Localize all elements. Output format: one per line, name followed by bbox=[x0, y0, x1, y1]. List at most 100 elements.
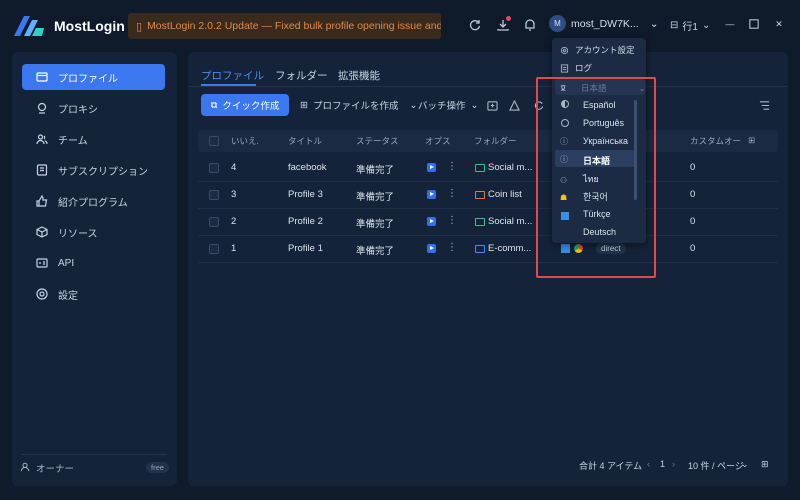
sidebar-item-proxy[interactable]: プロキシ bbox=[22, 95, 165, 121]
language-option[interactable]: 한국어 bbox=[583, 190, 608, 203]
language-option[interactable]: ไทย bbox=[583, 172, 599, 186]
api-icon bbox=[36, 257, 48, 269]
bell-icon[interactable] bbox=[522, 17, 538, 33]
batch-label: バッチ操作 bbox=[418, 101, 466, 112]
subscription-icon bbox=[36, 164, 48, 176]
column-header-custom[interactable]: カスタムオー bbox=[690, 135, 741, 147]
folder-icon bbox=[475, 191, 485, 199]
language-option[interactable]: Português bbox=[583, 118, 624, 128]
row-title: Profile 1 bbox=[288, 243, 323, 254]
column-header-folder[interactable]: フォルダー bbox=[474, 135, 517, 147]
row-status: 準備完了 bbox=[356, 192, 395, 203]
sync-icon[interactable] bbox=[467, 17, 483, 33]
windows-icon bbox=[561, 244, 570, 253]
refresh-icon[interactable] bbox=[532, 99, 544, 111]
row-checkbox[interactable] bbox=[209, 244, 219, 254]
row-title: Profile 2 bbox=[288, 216, 323, 227]
tab-profiles[interactable]: プロファイル bbox=[201, 68, 264, 83]
copy-icon: ⧉ bbox=[210, 99, 218, 111]
translate-icon bbox=[560, 84, 569, 93]
column-header-no[interactable]: いいえ. bbox=[231, 135, 259, 147]
language-option[interactable]: Українська bbox=[583, 136, 628, 146]
chevron-down-icon: ⌄ bbox=[701, 20, 711, 31]
folder-icon bbox=[475, 245, 485, 253]
sidebar-item-profiles[interactable]: プロファイル bbox=[22, 64, 165, 90]
column-header-ops[interactable]: オプス bbox=[425, 135, 451, 147]
row-checkbox[interactable] bbox=[209, 217, 219, 227]
sidebar-item-referral[interactable]: 紹介プログラム bbox=[22, 188, 165, 214]
language-option[interactable]: Español bbox=[583, 100, 616, 110]
create-profile-button[interactable]: ⊞ プロファイルを作成 ⌄ bbox=[300, 94, 417, 116]
row-no: 2 bbox=[231, 216, 237, 227]
batch-operations-button[interactable]: バッチ操作 ⌄ bbox=[418, 94, 478, 116]
row-custom: 0 bbox=[690, 189, 696, 200]
language-select-value[interactable]: 日本語 ⌄ bbox=[560, 82, 646, 94]
row-custom: 0 bbox=[690, 243, 696, 254]
chevron-down-icon: ⌄ bbox=[638, 82, 646, 93]
column-header-title[interactable]: タイトル bbox=[288, 135, 322, 147]
sidebar-item-team[interactable]: チーム bbox=[22, 126, 165, 152]
select-all-checkbox[interactable] bbox=[209, 136, 219, 146]
filter-icon[interactable] bbox=[758, 99, 770, 111]
user-menu[interactable]: M most_DW7K... ⌄ bbox=[549, 15, 659, 32]
title-bar: MostLogin ▯ MostLogin 2.0.2 Update — Fix… bbox=[0, 0, 800, 50]
more-options-icon[interactable]: ⋮ bbox=[447, 215, 457, 226]
import-icon[interactable] bbox=[486, 99, 498, 111]
sidebar-item-label: 設定 bbox=[58, 290, 78, 302]
play-icon[interactable] bbox=[427, 217, 436, 226]
tab-extensions[interactable]: 拡張機能 bbox=[338, 68, 380, 83]
prev-page-button[interactable]: ‹ bbox=[647, 459, 650, 469]
page-size-select[interactable]: 10 件 / ページ bbox=[688, 459, 744, 472]
row-folder: Social m... bbox=[488, 216, 533, 227]
minimize-button[interactable]: — bbox=[722, 16, 738, 32]
language-option-selected[interactable]: 日本語 bbox=[583, 154, 610, 167]
warning-icon[interactable] bbox=[508, 99, 520, 111]
more-options-icon[interactable]: ⋮ bbox=[447, 161, 457, 172]
update-banner[interactable]: ▯ MostLogin 2.0.2 Update — Fixed bulk pr… bbox=[128, 13, 441, 39]
account-settings-item[interactable]: アカウント設定 bbox=[560, 44, 635, 56]
folder-icon bbox=[475, 164, 485, 172]
tab-folders[interactable]: フォルダー bbox=[275, 68, 328, 83]
quick-create-button[interactable]: ⧉ クイック作成 bbox=[201, 94, 289, 116]
rows-selector[interactable]: ⊟ 行1 ⌄ bbox=[670, 18, 710, 33]
sidebar-item-resources[interactable]: リソース bbox=[22, 219, 165, 245]
proxy-tag: direct bbox=[596, 243, 626, 254]
chevron-down-icon: ⌄ bbox=[409, 99, 418, 111]
column-settings-icon[interactable]: ⊞ bbox=[748, 135, 755, 146]
download-icon[interactable] bbox=[495, 16, 511, 33]
grid-view-icon[interactable]: ⊞ bbox=[761, 459, 769, 470]
next-page-button[interactable]: › bbox=[672, 459, 675, 469]
row-checkbox[interactable] bbox=[209, 190, 219, 200]
update-banner-text: MostLogin 2.0.2 Update — Fixed bulk prof… bbox=[147, 20, 441, 32]
language-list-scrollbar[interactable] bbox=[634, 100, 637, 200]
sidebar-item-api[interactable]: API bbox=[22, 250, 165, 276]
language-option[interactable]: Deutsch bbox=[583, 227, 616, 237]
settings-icon bbox=[36, 288, 48, 300]
play-icon[interactable] bbox=[427, 190, 436, 199]
windows-icon bbox=[561, 212, 569, 220]
row-divider bbox=[198, 181, 778, 182]
sidebar-item-settings[interactable]: 設定 bbox=[22, 281, 165, 307]
play-icon[interactable] bbox=[427, 163, 436, 172]
play-icon[interactable] bbox=[427, 244, 436, 253]
sidebar-item-label: プロキシ bbox=[58, 104, 98, 116]
row-divider bbox=[198, 262, 778, 263]
row-folder: Coin list bbox=[488, 189, 522, 200]
dark-mode-icon bbox=[561, 100, 569, 108]
logs-item[interactable]: ログ bbox=[560, 62, 592, 74]
row-status: 準備完了 bbox=[356, 219, 395, 230]
sidebar-item-subscription[interactable]: サブスクリプション bbox=[22, 157, 165, 183]
maximize-button[interactable] bbox=[746, 16, 762, 32]
log-icon bbox=[560, 63, 569, 73]
globe-icon bbox=[561, 119, 569, 127]
column-header-status[interactable]: ステータス bbox=[356, 135, 399, 147]
create-profile-label: プロファイルを作成 bbox=[312, 101, 399, 112]
main-panel: プロファイル フォルダー 拡張機能 ⧉ クイック作成 ⊞ プロファイルを作成 ⌄… bbox=[188, 52, 788, 486]
language-option[interactable]: Türkçe bbox=[583, 209, 611, 219]
row-checkbox[interactable] bbox=[209, 163, 219, 173]
close-button[interactable]: ✕ bbox=[771, 16, 787, 32]
page-number[interactable]: 1 bbox=[660, 459, 665, 469]
sidebar-item-label: プロファイル bbox=[58, 73, 118, 85]
more-options-icon[interactable]: ⋮ bbox=[447, 188, 457, 199]
more-options-icon[interactable]: ⋮ bbox=[447, 242, 457, 253]
